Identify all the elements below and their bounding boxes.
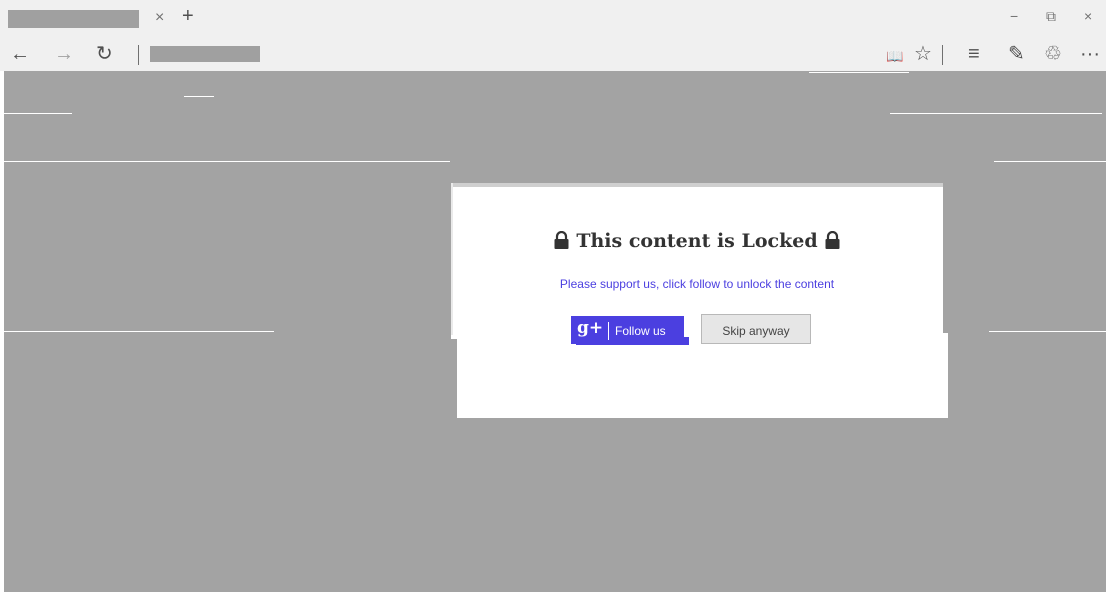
address-bar[interactable] <box>150 46 260 62</box>
dialog-subtitle: Please support us, click follow to unloc… <box>559 277 835 291</box>
ghost-line <box>994 161 1106 162</box>
favorite-star-icon[interactable]: ☆ <box>914 43 932 65</box>
share-icon[interactable]: ♲ <box>1044 43 1062 65</box>
browser-tab[interactable]: × <box>8 6 174 32</box>
follow-button[interactable]: g+ Follow us <box>571 316 684 344</box>
new-tab-icon[interactable]: + <box>182 6 194 26</box>
forward-icon[interactable]: → <box>54 43 74 65</box>
reading-view-icon[interactable]: 📖 <box>886 45 903 67</box>
close-window-icon[interactable]: × <box>1084 8 1092 24</box>
tab-bar: × + − ⧉ × <box>0 0 1106 37</box>
ghost-line <box>4 113 72 114</box>
button-divider <box>608 322 609 340</box>
skip-button[interactable]: Skip anyway <box>701 314 811 344</box>
refresh-icon[interactable]: ↻ <box>96 43 113 65</box>
hub-icon[interactable]: ≡ <box>968 43 980 65</box>
toolbar-separator <box>942 45 943 65</box>
ghost-line <box>890 113 1102 114</box>
lock-icon <box>824 230 841 254</box>
ghost-line <box>4 161 450 162</box>
web-note-icon[interactable]: ✎ <box>1008 43 1025 65</box>
dialog-title-text: This content is Locked <box>576 230 818 252</box>
tab-title-redacted <box>8 10 139 28</box>
more-icon[interactable]: ··· <box>1080 43 1100 65</box>
ghost-line <box>4 331 274 332</box>
ghost-line <box>989 331 1106 332</box>
tab-close-icon[interactable]: × <box>155 9 164 27</box>
lock-icon <box>553 230 570 254</box>
ghost-line <box>809 72 909 73</box>
restore-icon[interactable]: ⧉ <box>1046 8 1056 25</box>
dialog-title: This content is Locked <box>451 230 943 254</box>
skip-button-label: Skip anyway <box>722 324 790 338</box>
back-icon[interactable]: ← <box>10 43 30 65</box>
locked-dialog-lower <box>457 333 948 418</box>
nav-separator <box>138 45 139 65</box>
follow-button-label: Follow us <box>615 324 666 338</box>
google-plus-icon: g+ <box>577 318 604 338</box>
dialog-edge <box>451 183 453 335</box>
locked-dialog <box>451 183 943 339</box>
ghost-line <box>184 96 214 97</box>
minimize-icon[interactable]: − <box>1010 8 1018 24</box>
navigation-bar: ← → ↻ 📖 ☆ ≡ ✎ ♲ ··· <box>0 37 1106 71</box>
